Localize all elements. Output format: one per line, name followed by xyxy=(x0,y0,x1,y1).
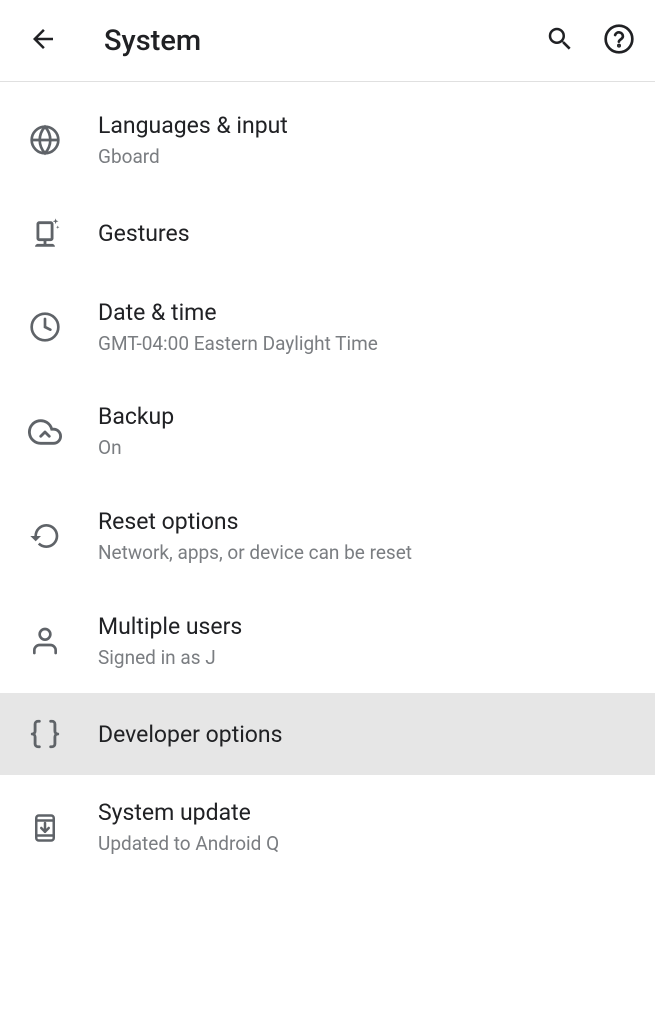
arrow-back-icon xyxy=(28,24,58,54)
item-subtitle: Updated to Android Q xyxy=(98,831,635,858)
gestures-icon xyxy=(28,217,62,251)
item-text: Developer options xyxy=(98,719,635,750)
back-button[interactable] xyxy=(20,16,66,66)
item-text: Reset options Network, apps, or device c… xyxy=(98,506,635,567)
list-item-gestures[interactable]: Gestures xyxy=(0,193,655,275)
item-title: Date & time xyxy=(98,297,635,328)
page-title: System xyxy=(104,24,545,58)
cloud-upload-icon xyxy=(28,415,62,449)
item-subtitle: On xyxy=(98,435,635,462)
item-title: Gestures xyxy=(98,218,635,249)
item-title: Languages & input xyxy=(98,110,635,141)
item-text: Languages & input Gboard xyxy=(98,110,635,171)
list-item-backup[interactable]: Backup On xyxy=(0,379,655,484)
list-item-users[interactable]: Multiple users Signed in as J xyxy=(0,589,655,694)
list-item-languages[interactable]: Languages & input Gboard xyxy=(0,88,655,193)
item-text: Gestures xyxy=(98,218,635,249)
item-title: Backup xyxy=(98,401,635,432)
item-text: System update Updated to Android Q xyxy=(98,797,635,858)
item-title: System update xyxy=(98,797,635,828)
help-icon xyxy=(603,23,635,55)
restore-icon xyxy=(28,519,62,553)
list-item-developer[interactable]: Developer options xyxy=(0,693,655,775)
search-button[interactable] xyxy=(545,24,575,58)
header-actions xyxy=(545,23,635,59)
item-subtitle: Signed in as J xyxy=(98,645,635,672)
system-update-icon xyxy=(28,811,62,845)
settings-list: Languages & input Gboard Gestures Date &… xyxy=(0,82,655,880)
item-subtitle: GMT-04:00 Eastern Daylight Time xyxy=(98,331,635,358)
braces-icon xyxy=(28,717,62,751)
item-title: Developer options xyxy=(98,719,635,750)
item-subtitle: Network, apps, or device can be reset xyxy=(98,540,635,567)
list-item-reset[interactable]: Reset options Network, apps, or device c… xyxy=(0,484,655,589)
app-header: System xyxy=(0,0,655,82)
item-title: Multiple users xyxy=(98,611,635,642)
item-text: Backup On xyxy=(98,401,635,462)
item-text: Date & time GMT-04:00 Eastern Daylight T… xyxy=(98,297,635,358)
clock-icon xyxy=(28,310,62,344)
item-text: Multiple users Signed in as J xyxy=(98,611,635,672)
globe-icon xyxy=(28,123,62,157)
list-item-update[interactable]: System update Updated to Android Q xyxy=(0,775,655,880)
person-icon xyxy=(28,624,62,658)
list-item-datetime[interactable]: Date & time GMT-04:00 Eastern Daylight T… xyxy=(0,275,655,380)
item-subtitle: Gboard xyxy=(98,144,635,171)
search-icon xyxy=(545,24,575,54)
help-button[interactable] xyxy=(603,23,635,59)
item-title: Reset options xyxy=(98,506,635,537)
